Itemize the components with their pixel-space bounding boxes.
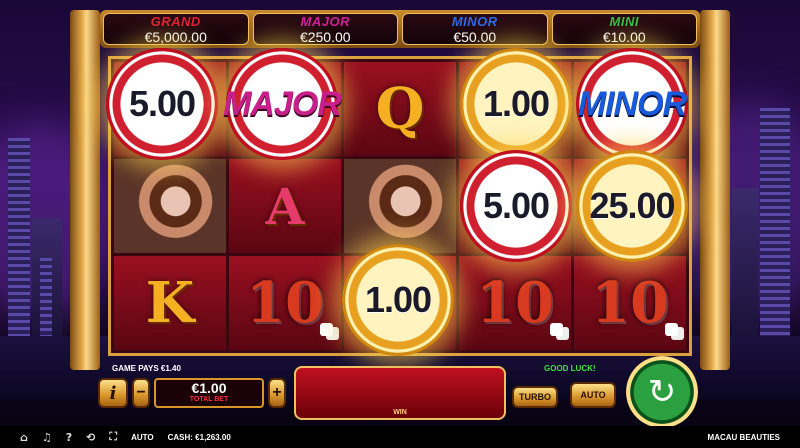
reel-cell: Q	[344, 62, 456, 156]
jackpot-minor: MINOR €50.00	[402, 13, 548, 45]
reel-cell: A	[229, 159, 341, 253]
dice-icon	[665, 323, 678, 336]
status-auto[interactable]: AUTO	[131, 433, 154, 442]
symbol-ace: A	[265, 176, 305, 236]
jackpot-mini: MINI €10.00	[551, 13, 697, 45]
coin-major: MAJOR	[223, 48, 342, 160]
symbol-ten: 10	[476, 270, 554, 336]
coin-value: 1.00	[460, 48, 572, 160]
minus-icon: −	[136, 384, 146, 401]
plus-icon: +	[272, 384, 282, 401]
symbol-ten: 10	[246, 270, 324, 336]
coin-value: 5.00	[106, 48, 218, 160]
jackpot-bar: GRAND €5,000.00 MAJOR €250.00 MINOR €50.…	[100, 10, 700, 48]
left-pillar	[70, 10, 100, 370]
win-label: WIN	[393, 409, 407, 416]
game-title: MACAU BEAUTIES	[707, 432, 780, 442]
total-bet-display: €1.00 TOTAL BET	[154, 378, 264, 408]
cash-label: CASH: €1,263.00	[167, 432, 231, 442]
cash-value: €1,263.00	[195, 432, 231, 442]
symbol-ten: 10	[591, 270, 669, 336]
total-bet-value: €1.00	[191, 380, 227, 396]
coin-value: 5.00	[460, 150, 572, 262]
reel-cell	[114, 159, 226, 253]
reel-cell: 10	[459, 256, 571, 350]
bet-controls: i − €1.00 TOTAL BET +	[98, 375, 286, 411]
game-pays-text: GAME PAYS €1.40	[112, 364, 181, 373]
sound-icon[interactable]: ♫	[42, 431, 52, 444]
fullscreen-icon[interactable]: ⛶	[109, 430, 117, 444]
home-icon[interactable]: ⌂	[20, 431, 28, 444]
win-display: WIN	[294, 366, 506, 420]
coin-value: 25.00	[576, 150, 688, 262]
reel-cell: 10	[574, 256, 686, 350]
info-icon: i	[109, 382, 117, 404]
reel-cell: K	[114, 256, 226, 350]
symbol-king: K	[145, 270, 195, 336]
reel-cell	[344, 159, 456, 253]
spin-arrows-icon: ↻	[647, 372, 677, 412]
dice-icon	[320, 323, 333, 336]
symbol-queen: Q	[375, 76, 425, 142]
spin-button[interactable]: ↻	[626, 356, 698, 428]
decrease-bet-button[interactable]: −	[132, 378, 150, 408]
right-pillar	[700, 10, 730, 370]
coin-value: 1.00	[342, 244, 454, 356]
reel-cell: 10	[229, 256, 341, 350]
symbol-beauty-portrait	[344, 159, 456, 253]
history-icon[interactable]: ⟲	[86, 431, 95, 444]
dice-icon	[550, 323, 563, 336]
turbo-button[interactable]: TURBO	[512, 386, 558, 408]
auto-button[interactable]: AUTO	[570, 382, 616, 408]
increase-bet-button[interactable]: +	[268, 378, 286, 408]
coin-minor: MINOR	[576, 48, 688, 160]
good-luck-text: GOOD LUCK!	[544, 364, 596, 373]
help-icon[interactable]: ?	[66, 431, 72, 444]
status-bar: ⌂ ♫ ? ⟲ ⛶ AUTO CASH: €1,263.00 MACAU BEA…	[0, 426, 800, 448]
symbol-beauty-portrait	[114, 159, 226, 253]
info-button[interactable]: i	[98, 378, 128, 408]
jackpot-grand: GRAND €5,000.00	[103, 13, 249, 45]
total-bet-label: TOTAL BET	[189, 396, 229, 403]
jackpot-major: MAJOR €250.00	[252, 13, 398, 45]
